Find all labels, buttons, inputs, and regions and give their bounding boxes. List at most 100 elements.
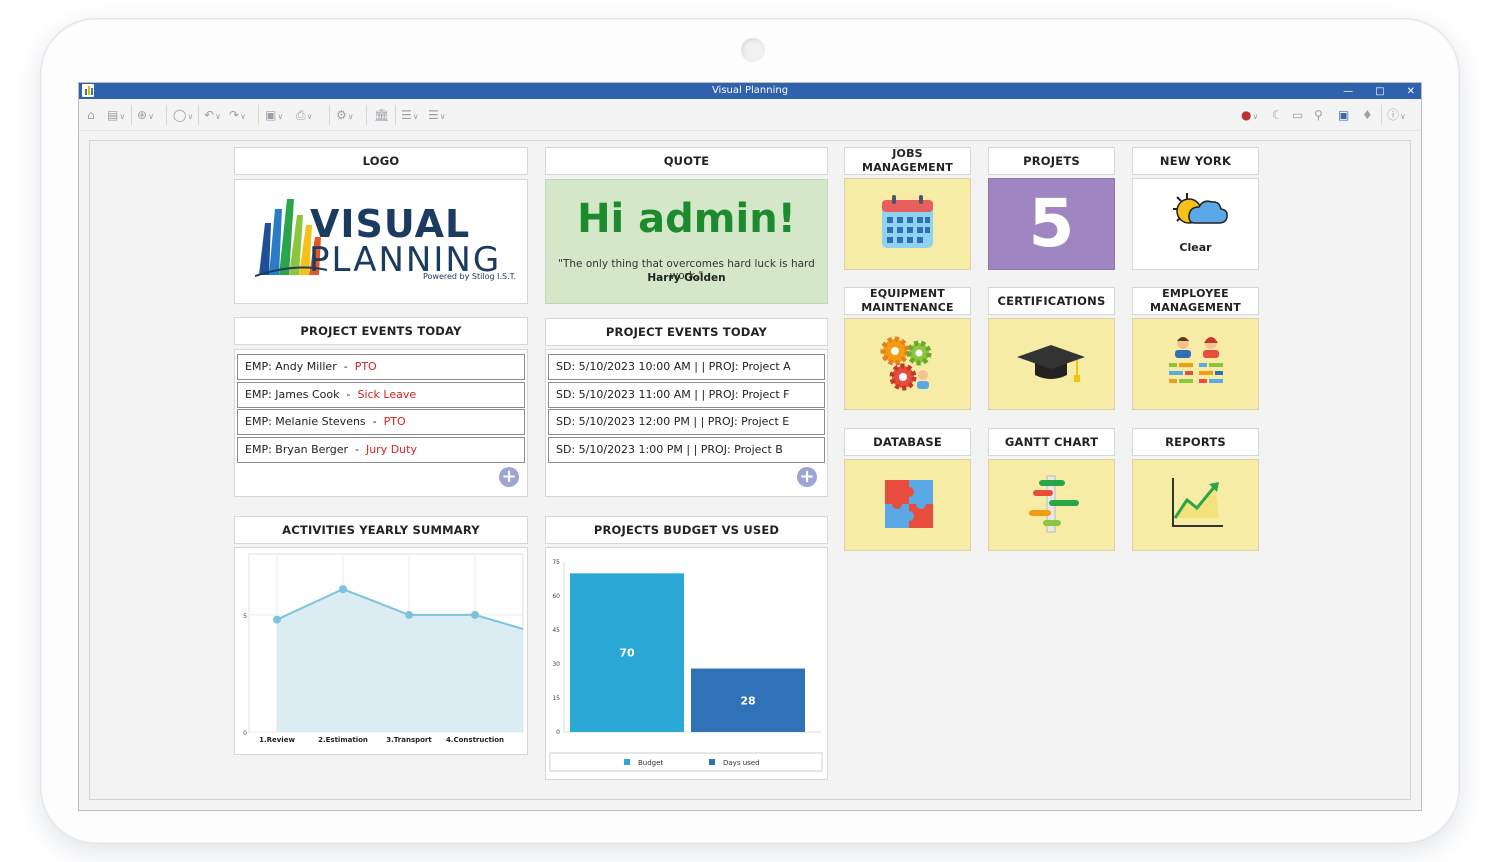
list-item[interactable]: EMP: James Cook - Sick Leave bbox=[237, 382, 525, 408]
weather-condition: Clear bbox=[1179, 241, 1212, 254]
list-item[interactable]: EMP: Bryan Berger - Jury Duty bbox=[237, 437, 525, 463]
sort-icon[interactable]: ☰∨ bbox=[428, 107, 446, 123]
employee-events-panel: EMP: Andy Miller - PTO EMP: James Cook -… bbox=[234, 349, 528, 497]
calendar-icon bbox=[882, 195, 933, 248]
dashboard-canvas: LOGO VISUAL PLANNING Powered by Stilog I… bbox=[89, 140, 1411, 800]
print-icon[interactable]: ⎙∨ bbox=[296, 107, 312, 123]
list-item[interactable]: SD: 5/10/2023 11:00 AM | | PROJ: Project… bbox=[548, 382, 825, 408]
greeting: Hi admin! bbox=[577, 196, 796, 242]
quote-panel: Hi admin! "The only thing that overcomes… bbox=[545, 179, 828, 304]
tile-jobs-management[interactable] bbox=[844, 178, 971, 270]
legend-label: Days used bbox=[723, 759, 760, 767]
app-window: Visual Planning — □ ✕ ⌂ ▤∨ ⊕∨ ◯∨ ↶∨ ↷∨ ▣… bbox=[78, 82, 1422, 811]
settings-icon[interactable]: ⚙∨ bbox=[336, 107, 354, 123]
data-point bbox=[405, 610, 413, 619]
quote-header: QUOTE bbox=[545, 147, 828, 175]
list-item[interactable]: EMP: Melanie Stevens - PTO bbox=[237, 409, 525, 435]
data-label: 70 bbox=[619, 647, 635, 660]
data-point bbox=[339, 585, 347, 594]
undo-icon[interactable]: ↶∨ bbox=[204, 107, 221, 123]
line-chart-icon bbox=[1172, 478, 1223, 527]
tile-gantt-chart[interactable] bbox=[988, 459, 1115, 551]
x-tick-label: 1.Review bbox=[259, 736, 295, 744]
list-item[interactable]: EMP: Andy Miller - PTO bbox=[237, 354, 525, 380]
legend-swatch bbox=[624, 759, 630, 765]
image-icon[interactable]: ▣∨ bbox=[265, 107, 283, 123]
legend-box bbox=[549, 752, 823, 772]
toolbar: ⌂ ▤∨ ⊕∨ ◯∨ ↶∨ ↷∨ ▣∨ ⎙∨ ⚙∨ 🏛 ☰∨ ☰∨ ●∨ ☾ ▭… bbox=[79, 100, 1421, 131]
tile-employee-management[interactable] bbox=[1132, 318, 1259, 410]
tile-header-certifications: CERTIFICATIONS bbox=[988, 287, 1115, 315]
activities-header: ACTIVITIES YEARLY SUMMARY bbox=[234, 516, 528, 544]
gears-icon bbox=[880, 336, 932, 391]
tile-header-projects: PROJETS bbox=[988, 147, 1115, 175]
list-item[interactable]: SD: 5/10/2023 1:00 PM | | PROJ: Project … bbox=[548, 437, 825, 463]
x-tick-label: 3.Transport bbox=[386, 736, 432, 744]
y-tick-label: 0 bbox=[556, 729, 560, 736]
graduation-cap-icon bbox=[1017, 345, 1085, 382]
tile-certifications[interactable] bbox=[988, 318, 1115, 410]
legend-label: Budget bbox=[638, 759, 663, 767]
maximize-icon[interactable]: □ bbox=[1375, 86, 1384, 97]
tile-header-weather: NEW YORK bbox=[1132, 147, 1259, 175]
window-title: Visual Planning bbox=[711, 85, 789, 96]
project-events-header: PROJECT EVENTS TODAY bbox=[545, 318, 828, 346]
tile-header-reports: REPORTS bbox=[1132, 428, 1259, 456]
y-tick-label: 15 bbox=[552, 695, 560, 702]
tile-header-jobs: JOBS MANAGEMENT bbox=[844, 147, 971, 175]
bell-icon[interactable]: ♦ bbox=[1362, 107, 1373, 123]
activities-chart-panel: 0 5 1.Review 2.Estimation 3.Transport 4.Const… bbox=[234, 547, 528, 755]
employees-icon bbox=[1169, 337, 1223, 383]
tile-header-employees: EMPLOYEE MANAGEMENT bbox=[1132, 287, 1259, 315]
y-tick-label: 0 bbox=[243, 730, 247, 737]
data-point bbox=[273, 615, 281, 624]
logo-panel: VISUAL PLANNING Powered by Stilog I.S.T. bbox=[234, 179, 528, 304]
x-tick-label: 2.Estimation bbox=[318, 736, 368, 744]
data-point bbox=[471, 610, 479, 619]
budget-chart: 0 15 30 45 60 75 70 28 Budget Days used bbox=[549, 559, 823, 772]
logo-header: LOGO bbox=[234, 147, 528, 175]
close-icon[interactable]: ✕ bbox=[1407, 86, 1415, 97]
data-label: 28 bbox=[740, 694, 755, 707]
weather-icon bbox=[1173, 193, 1228, 224]
shape-icon[interactable]: ◯∨ bbox=[173, 107, 193, 123]
add-event-button[interactable]: + bbox=[499, 467, 519, 487]
add-event-button[interactable]: + bbox=[797, 467, 817, 487]
puzzle-icon bbox=[885, 480, 933, 528]
y-tick-label: 30 bbox=[552, 661, 560, 668]
employee-events-header: PROJECT EVENTS TODAY bbox=[234, 317, 528, 345]
tile-database[interactable] bbox=[844, 459, 971, 551]
project-events-panel: SD: 5/10/2023 10:00 AM | | PROJ: Project… bbox=[545, 349, 828, 497]
layout-icon[interactable]: ▭ bbox=[1292, 107, 1303, 123]
chat-icon[interactable]: ▣ bbox=[1338, 107, 1349, 123]
list-item[interactable]: SD: 5/10/2023 10:00 AM | | PROJ: Project… bbox=[548, 354, 825, 380]
tile-equipment-maintenance[interactable] bbox=[844, 318, 971, 410]
help-icon[interactable]: ⓘ∨ bbox=[1387, 107, 1406, 123]
minimize-icon[interactable]: — bbox=[1343, 86, 1353, 97]
tile-weather[interactable]: Clear bbox=[1132, 178, 1259, 270]
key-icon[interactable]: ⚲ bbox=[1314, 107, 1323, 123]
y-tick-label: 75 bbox=[552, 559, 560, 566]
bank-icon[interactable]: 🏛 bbox=[374, 107, 389, 123]
gantt-icon bbox=[1029, 475, 1079, 533]
filter-icon[interactable]: ☰∨ bbox=[401, 107, 419, 123]
list-item[interactable]: SD: 5/10/2023 12:00 PM | | PROJ: Project… bbox=[548, 409, 825, 435]
tile-header-equipment: EQUIPMENT MAINTENANCE bbox=[844, 287, 971, 315]
add-icon[interactable]: ⊕∨ bbox=[137, 107, 154, 123]
redo-icon[interactable]: ↷∨ bbox=[229, 107, 246, 123]
language-flag-icon[interactable]: ●∨ bbox=[1241, 107, 1258, 123]
tile-reports[interactable] bbox=[1132, 459, 1259, 551]
legend-swatch bbox=[709, 759, 715, 765]
tile-projects[interactable]: 5 bbox=[988, 178, 1115, 270]
x-tick-label: 4.Construction bbox=[446, 736, 504, 744]
view-icon[interactable]: ▤∨ bbox=[107, 107, 125, 123]
camera-icon bbox=[741, 38, 765, 62]
projects-count: 5 bbox=[1028, 185, 1075, 262]
home-icon[interactable]: ⌂ bbox=[87, 107, 95, 123]
dark-mode-icon[interactable]: ☾ bbox=[1272, 107, 1283, 123]
y-tick-label: 5 bbox=[243, 613, 247, 620]
budget-chart-panel: 0 15 30 45 60 75 70 28 Budget Days used bbox=[545, 547, 828, 780]
y-tick-label: 45 bbox=[552, 627, 560, 634]
logo-tagline: Powered by Stilog I.S.T. bbox=[423, 272, 517, 281]
budget-header: PROJECTS BUDGET VS USED bbox=[545, 516, 828, 544]
